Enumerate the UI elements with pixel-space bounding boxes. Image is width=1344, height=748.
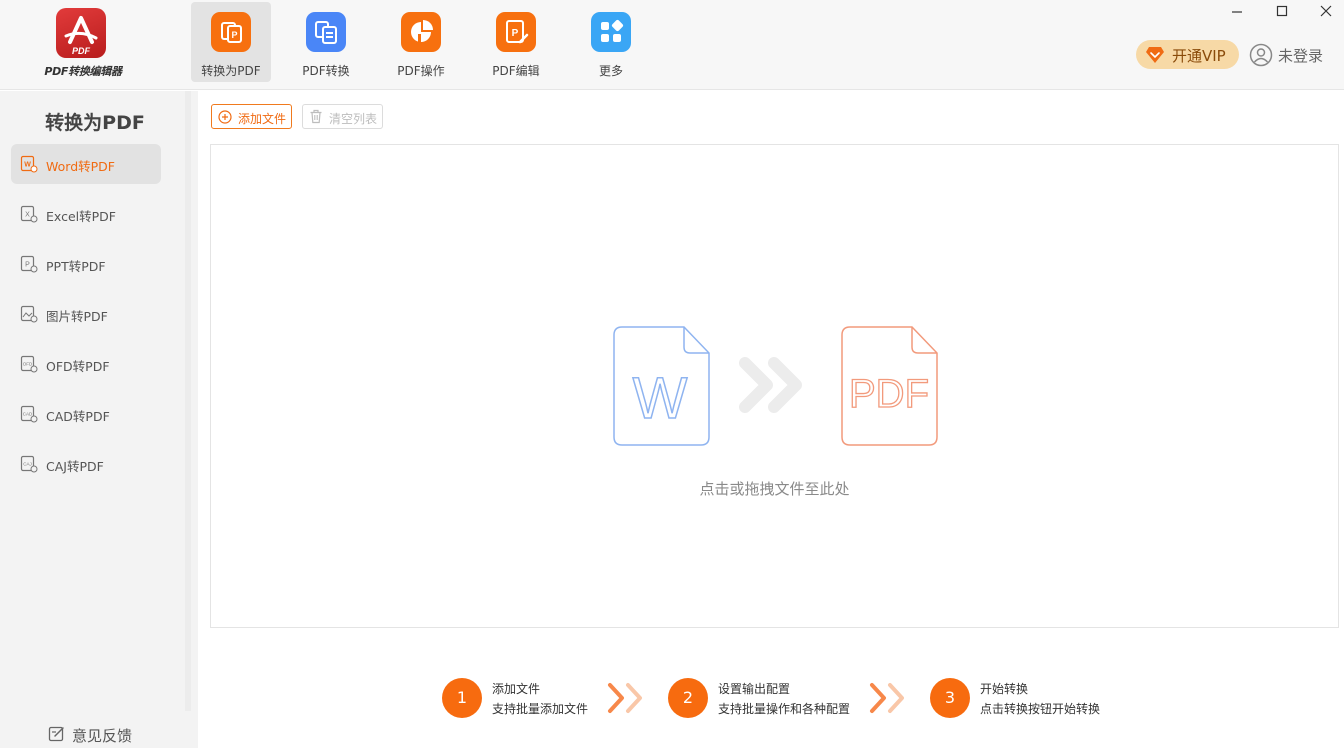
- pdf-convert-icon: [306, 12, 346, 52]
- svg-text:PDF: PDF: [72, 46, 91, 56]
- ppt-file-icon: P: [20, 255, 38, 273]
- nav-label: PDF转换: [302, 64, 350, 78]
- maximize-button[interactable]: [1264, 0, 1300, 22]
- sidebar-item-label: OFD转PDF: [46, 359, 110, 374]
- sidebar-item-caj-to-pdf[interactable]: CAJ CAJ转PDF: [11, 444, 161, 484]
- word-file-icon: W: [20, 155, 38, 173]
- pdf-edit-icon: P: [496, 12, 536, 52]
- nav-label: PDF编辑: [492, 64, 540, 78]
- step-title: 开始转换: [980, 682, 1029, 696]
- step-number: 2: [668, 678, 708, 718]
- svg-text:PDF: PDF: [849, 372, 929, 416]
- trash-icon: [310, 109, 322, 124]
- sidebar-item-label: 图片转PDF: [46, 309, 108, 324]
- file-drop-zone[interactable]: W PDF 点击或拖拽文件至此处: [210, 144, 1339, 628]
- sidebar-title: 转换为PDF: [45, 112, 145, 134]
- more-grid-icon: [591, 12, 631, 52]
- diamond-icon: [1146, 47, 1164, 63]
- excel-file-icon: X: [20, 205, 38, 223]
- nav-convert-to-pdf[interactable]: P 转换为PDF: [191, 2, 271, 82]
- header: PDF PDF转换编辑器 P 转换为PDF PDF转换 PDF操作 P PDF编…: [0, 0, 1344, 90]
- svg-text:P: P: [231, 30, 237, 40]
- step-title: 添加文件: [492, 682, 541, 696]
- sidebar-item-ofd-to-pdf[interactable]: OFD OFD转PDF: [11, 344, 161, 384]
- word-to-pdf-illustration: W PDF: [613, 326, 938, 446]
- clear-list-button[interactable]: 清空列表: [302, 104, 383, 129]
- nav-label: 更多: [598, 64, 623, 78]
- svg-text:X: X: [25, 212, 30, 219]
- sidebar-item-label: Word转PDF: [46, 159, 115, 174]
- vip-label: 开通VIP: [1172, 47, 1226, 65]
- step-desc: 点击转换按钮开始转换: [980, 702, 1101, 716]
- drop-hint: 点击或拖拽文件至此处: [699, 480, 850, 498]
- sidebar-item-image-to-pdf[interactable]: 图片转PDF: [11, 294, 161, 334]
- caj-file-icon: CAJ: [20, 455, 38, 473]
- minimize-icon: [1232, 11, 1242, 13]
- add-file-label: 添加文件: [238, 112, 287, 126]
- sidebar-item-label: PPT转PDF: [46, 259, 106, 274]
- step-title: 设置输出配置: [718, 682, 791, 696]
- nav-label: PDF操作: [397, 64, 445, 78]
- feedback-edit-icon: [48, 726, 64, 742]
- login-label: 未登录: [1278, 47, 1324, 65]
- maximize-icon: [1276, 5, 1288, 17]
- svg-text:OFD: OFD: [23, 362, 33, 367]
- svg-text:P: P: [25, 262, 30, 269]
- close-icon: [1320, 5, 1332, 17]
- nav-more[interactable]: 更多: [571, 2, 651, 82]
- svg-text:W: W: [633, 366, 688, 431]
- nav-label: 转换为PDF: [201, 64, 261, 78]
- convert-to-pdf-icon: P: [211, 12, 251, 52]
- sidebar-item-label: CAD转PDF: [46, 409, 110, 424]
- pdf-document-icon: PDF: [841, 326, 938, 446]
- svg-text:CAJ: CAJ: [23, 462, 32, 467]
- step-number: 3: [930, 678, 970, 718]
- svg-text:CAD: CAD: [23, 412, 33, 417]
- ofd-file-icon: OFD: [20, 355, 38, 373]
- step-desc: 支持批量添加文件: [492, 702, 589, 716]
- app-name: PDF转换编辑器: [44, 65, 122, 78]
- sidebar: 转换为PDF W Word转PDF X Excel转PDF P PPT转PDF …: [0, 91, 198, 748]
- plus-circle-icon: [218, 110, 232, 124]
- sidebar-item-cad-to-pdf[interactable]: CAD CAD转PDF: [11, 394, 161, 434]
- svg-text:P: P: [512, 28, 519, 39]
- step-number: 1: [442, 678, 482, 718]
- step-arrow-icon: [870, 683, 904, 713]
- sidebar-item-word-to-pdf[interactable]: W Word转PDF: [11, 144, 161, 184]
- sidebar-item-label: CAJ转PDF: [46, 459, 104, 474]
- app-logo: PDF PDF转换编辑器: [38, 8, 128, 82]
- word-document-icon: W: [613, 326, 710, 446]
- pdf-operate-icon: [401, 12, 441, 52]
- step-arrow-icon: [608, 683, 642, 713]
- nav-pdf-operate[interactable]: PDF操作: [381, 2, 461, 82]
- sidebar-item-label: Excel转PDF: [46, 209, 116, 224]
- double-chevron-right-icon: [739, 357, 802, 413]
- vip-button[interactable]: 开通VIP: [1136, 40, 1239, 69]
- svg-text:W: W: [24, 162, 31, 169]
- sidebar-scrollbar[interactable]: [185, 91, 191, 711]
- step-desc: 支持批量操作和各种配置: [718, 702, 851, 716]
- nav-pdf-convert[interactable]: PDF转换: [286, 2, 366, 82]
- sidebar-item-ppt-to-pdf[interactable]: P PPT转PDF: [11, 244, 161, 284]
- sidebar-item-excel-to-pdf[interactable]: X Excel转PDF: [11, 194, 161, 234]
- nav-pdf-edit[interactable]: P PDF编辑: [476, 2, 556, 82]
- minimize-button[interactable]: [1219, 0, 1255, 22]
- cad-file-icon: CAD: [20, 405, 38, 423]
- close-button[interactable]: [1308, 0, 1344, 22]
- add-file-button[interactable]: 添加文件: [211, 104, 292, 129]
- image-file-icon: [20, 305, 38, 323]
- clear-list-label: 清空列表: [329, 112, 378, 126]
- user-icon: [1249, 43, 1273, 67]
- logo-pdf-icon: PDF: [56, 8, 106, 58]
- feedback-label: 意见反馈: [72, 727, 133, 745]
